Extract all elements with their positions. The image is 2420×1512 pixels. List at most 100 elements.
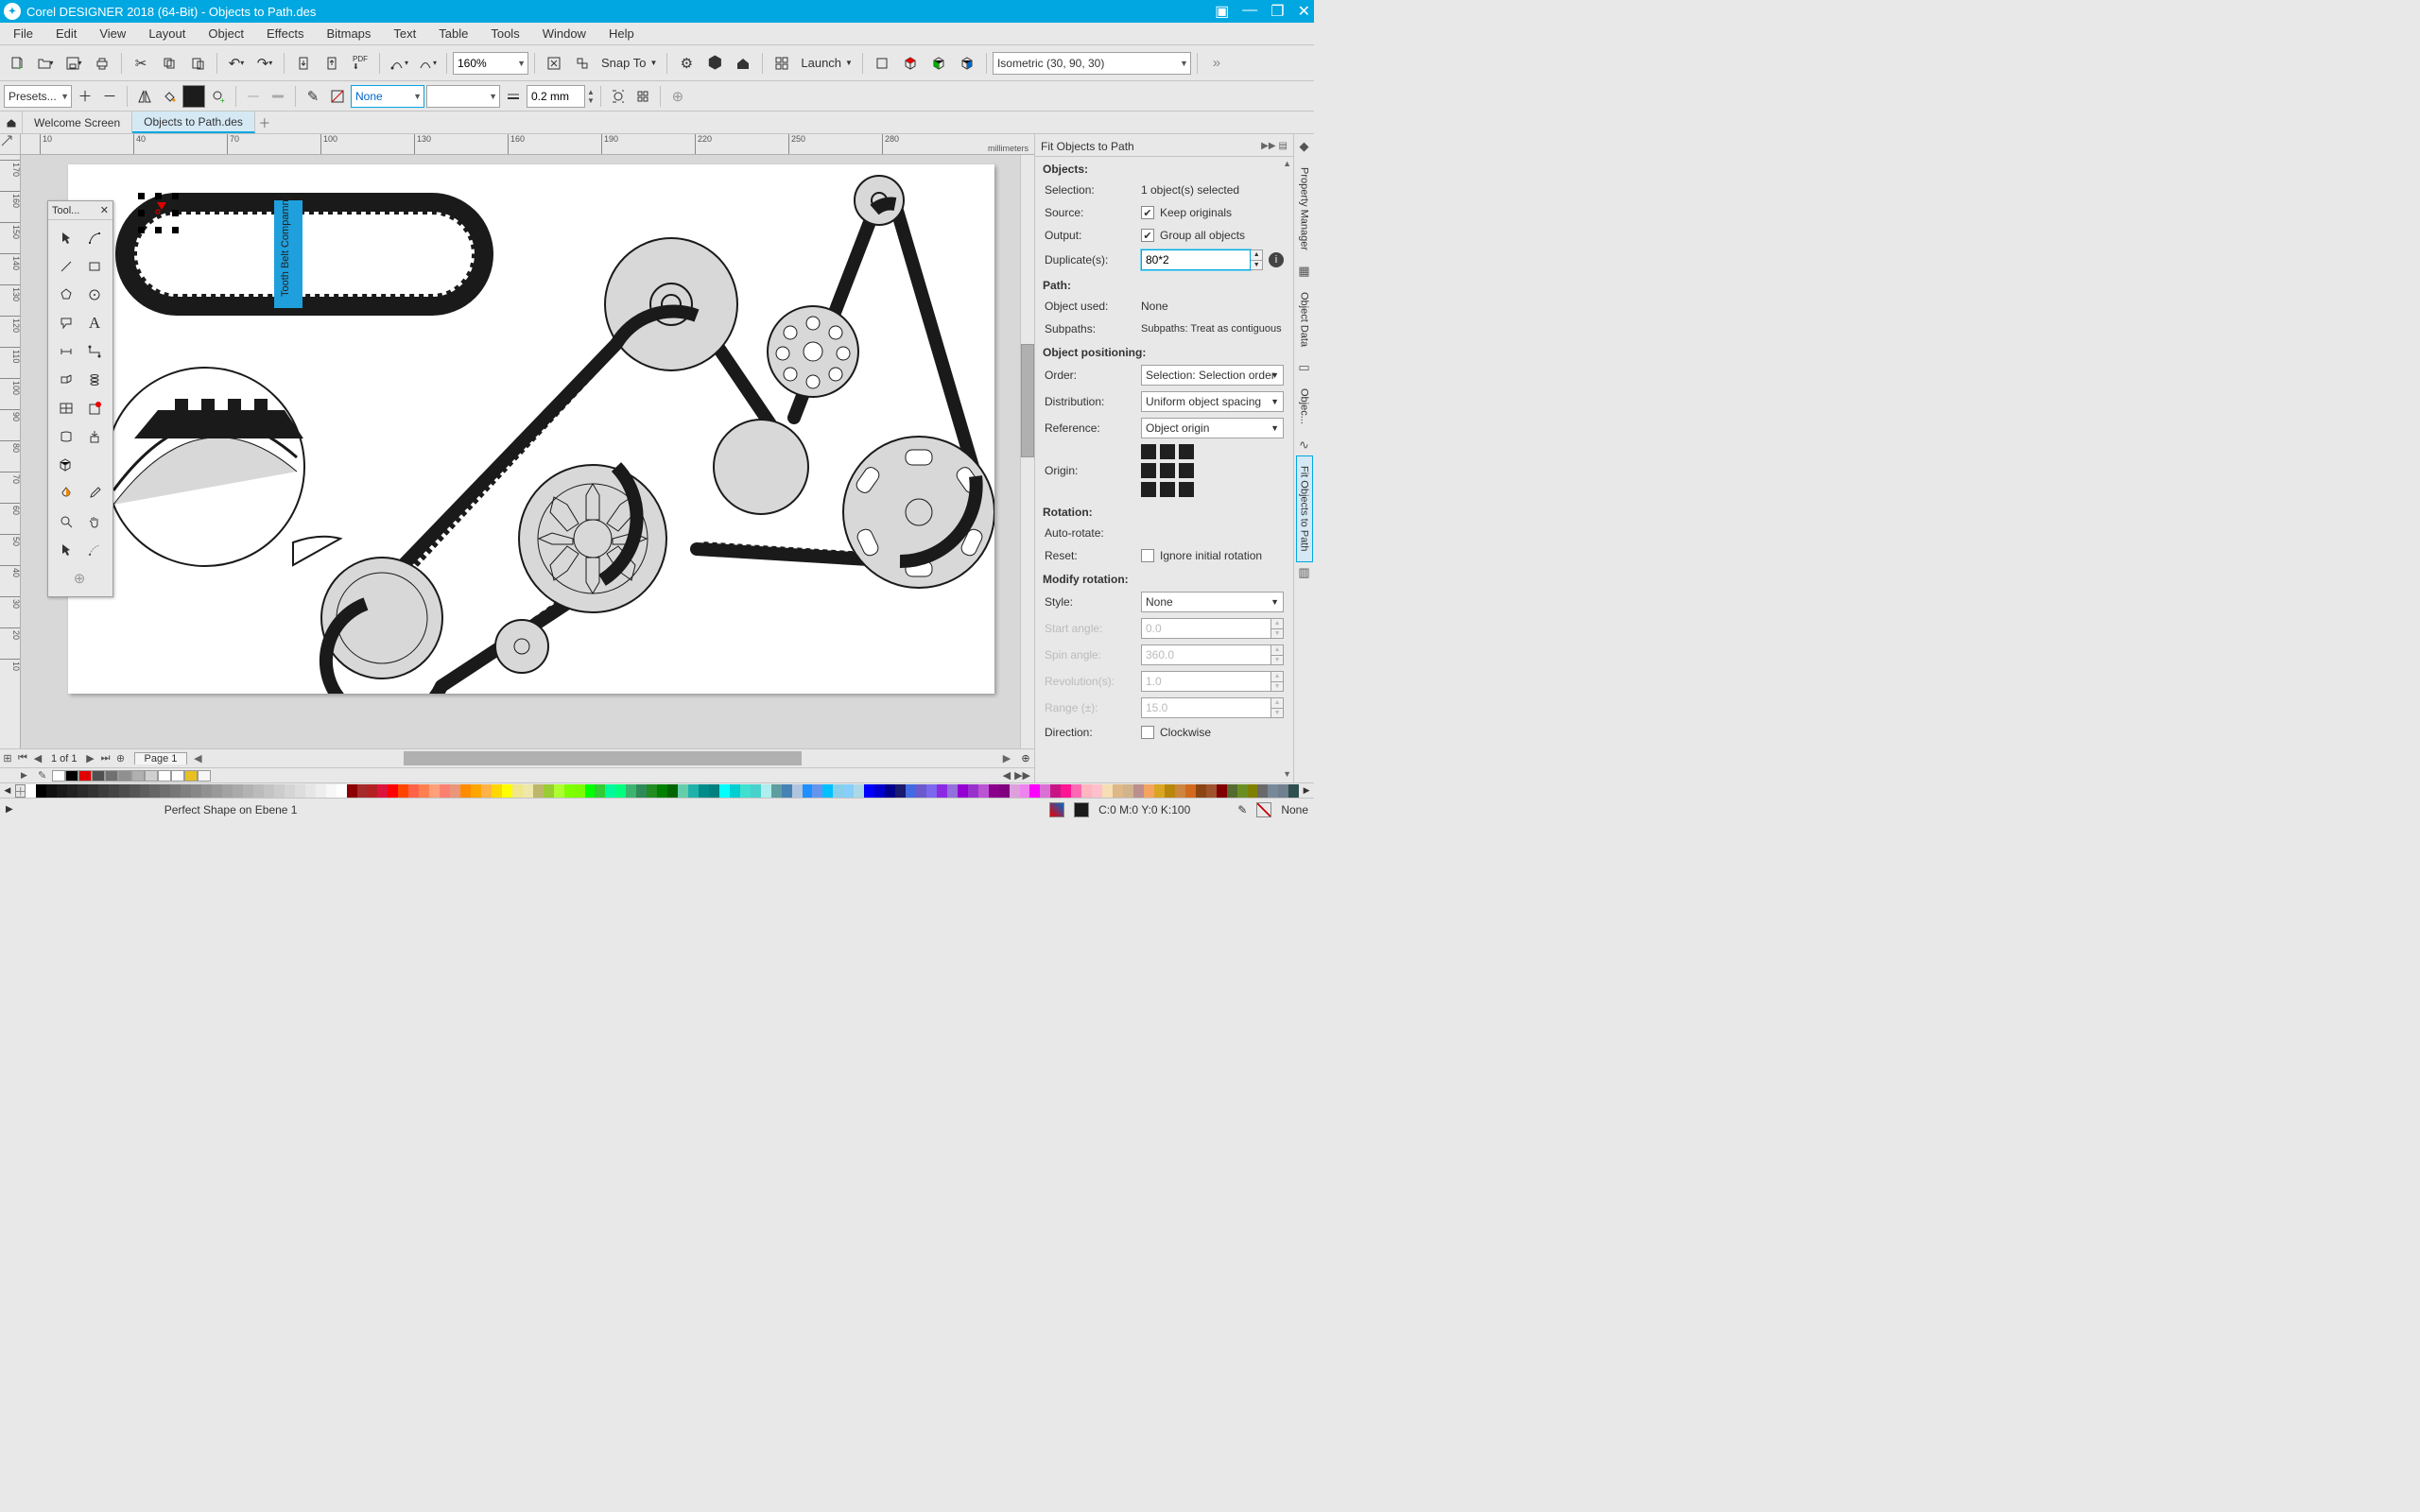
mirror-h-icon[interactable]: [133, 85, 156, 108]
snap-to-dropdown[interactable]: Snap To ▼: [597, 56, 661, 70]
minimize-button[interactable]: —: [1242, 2, 1257, 21]
app-launcher-icon[interactable]: [769, 50, 795, 77]
status-fill-swatch[interactable]: [1074, 802, 1089, 817]
callout-tool-icon[interactable]: [52, 309, 80, 337]
object-manager-icon[interactable]: ▭: [1296, 359, 1313, 376]
object-properties-icon[interactable]: [631, 85, 654, 108]
group-all-checkbox[interactable]: [1141, 229, 1154, 242]
home-icon[interactable]: [730, 50, 756, 77]
copy-icon[interactable]: [156, 50, 182, 77]
property-manager-icon[interactable]: ◆: [1296, 138, 1313, 155]
line-tool-icon[interactable]: [52, 252, 80, 281]
launch-dropdown[interactable]: Launch ▼: [797, 56, 856, 70]
outline-width-input[interactable]: [527, 85, 585, 108]
zoom-combo[interactable]: ▼: [453, 52, 528, 75]
hscroll-right-icon[interactable]: ▶: [1000, 752, 1013, 765]
hint-pen-icon[interactable]: ✎: [38, 769, 46, 782]
tab-welcome[interactable]: Welcome Screen: [23, 112, 132, 133]
close-button[interactable]: ✕: [1298, 2, 1310, 21]
redo-icon[interactable]: ↷▾: [251, 50, 278, 77]
menu-window[interactable]: Window: [531, 26, 597, 41]
scrollbar-vertical[interactable]: [1020, 155, 1034, 748]
table-tool-icon[interactable]: [52, 394, 80, 422]
cube-top-icon[interactable]: [897, 50, 924, 77]
fullscreen-icon[interactable]: [541, 50, 567, 77]
menu-view[interactable]: View: [88, 26, 137, 41]
clockwise-checkbox[interactable]: [1141, 726, 1154, 739]
ellipse-tool-icon[interactable]: [80, 281, 109, 309]
docker-up-icon[interactable]: ▲: [1283, 159, 1291, 168]
order-select[interactable]: Selection: Selection order▼: [1141, 365, 1284, 386]
user-icon[interactable]: ▣: [1215, 2, 1229, 21]
preset-remove-icon[interactable]: －: [98, 85, 121, 108]
page-last-icon[interactable]: ⏭: [98, 752, 113, 765]
color-palette[interactable]: ◀ ▶: [0, 782, 1314, 798]
options-gear-icon[interactable]: ⚙: [673, 50, 700, 77]
rectangle-tool-icon[interactable]: [80, 252, 109, 281]
docker-collapse-icon[interactable]: ▶▶: [1261, 141, 1275, 151]
pen-outline-icon[interactable]: ✎: [302, 85, 324, 108]
save-icon[interactable]: ▾: [60, 50, 87, 77]
ruler-vertical[interactable]: 1701601501401301201101009080706050403020…: [0, 155, 21, 748]
distribution-select[interactable]: Uniform object spacing▼: [1141, 391, 1284, 412]
palette-no-color[interactable]: [15, 784, 26, 798]
dup-down-icon[interactable]: ▼: [1251, 261, 1262, 270]
projected-tool-icon[interactable]: [52, 366, 80, 394]
cube-side-icon[interactable]: [954, 50, 980, 77]
ignore-initial-checkbox[interactable]: [1141, 549, 1154, 562]
page-prev-icon[interactable]: ◀: [30, 752, 45, 765]
polygon-tool-icon[interactable]: [52, 281, 80, 309]
projection-combo[interactable]: Isometric (30, 90, 30) ▼: [993, 52, 1191, 75]
docker-tab-object-data[interactable]: Object Data: [1296, 282, 1313, 357]
keep-originals-checkbox[interactable]: [1141, 206, 1154, 219]
toolbox-close-icon[interactable]: ✕: [100, 204, 109, 216]
hscroll-left-icon[interactable]: ◀: [191, 752, 204, 765]
smart-drawing-tool-icon[interactable]: [80, 536, 109, 564]
duplicates-input[interactable]: [1141, 249, 1251, 270]
fit-to-path-icon[interactable]: ∿: [1296, 437, 1313, 454]
menu-file[interactable]: File: [8, 26, 44, 41]
open-icon[interactable]: ▾: [32, 50, 59, 77]
pick-tool-icon[interactable]: [52, 224, 80, 252]
menu-object[interactable]: Object: [197, 26, 255, 41]
doc-palette-left-icon[interactable]: ◀: [1003, 769, 1011, 782]
ruler-horizontal[interactable]: millimeters 104070100130160190220250280: [21, 134, 1034, 155]
origin-grid[interactable]: [1141, 444, 1194, 497]
extrude-tool-icon[interactable]: [80, 422, 109, 451]
width-up-icon[interactable]: ▲: [587, 88, 595, 96]
duplicates-info-icon[interactable]: i: [1269, 252, 1284, 267]
publish-pdf-icon[interactable]: PDF⬇: [347, 50, 373, 77]
docker-down-icon[interactable]: ▼: [1283, 769, 1291, 779]
menu-help[interactable]: Help: [597, 26, 646, 41]
pan-tool-icon[interactable]: [80, 507, 109, 536]
dup-up-icon[interactable]: ▲: [1251, 250, 1262, 261]
export-icon[interactable]: [319, 50, 345, 77]
preset-add-icon[interactable]: ＋: [74, 85, 96, 108]
docker-menu-icon[interactable]: ▤: [1279, 141, 1288, 151]
menu-effects[interactable]: Effects: [255, 26, 316, 41]
corel-welcome-icon[interactable]: ⬢: [701, 50, 728, 77]
palette-left-icon[interactable]: ◀: [0, 785, 15, 796]
status-outline-swatch[interactable]: [1256, 802, 1271, 817]
status-menu-icon[interactable]: ▶: [6, 804, 13, 815]
object-data-icon[interactable]: ▦: [1296, 263, 1313, 280]
docker-tab-property-manager[interactable]: Property Manager: [1296, 157, 1313, 261]
outline-style-combo[interactable]: ▼: [426, 85, 500, 108]
menu-table[interactable]: Table: [427, 26, 479, 41]
menu-layout[interactable]: Layout: [137, 26, 197, 41]
tab-document[interactable]: Objects to Path.des: [132, 112, 255, 133]
presets-combo[interactable]: Presets... ▼: [4, 85, 72, 108]
new-doc-icon[interactable]: +: [4, 50, 30, 77]
pick-alt-tool-icon[interactable]: [52, 536, 80, 564]
snap-options-icon[interactable]: [569, 50, 596, 77]
line-thin-icon[interactable]: [242, 85, 265, 108]
zoom-tool-icon[interactable]: [52, 507, 80, 536]
shape-tool-icon[interactable]: [80, 224, 109, 252]
tab-add-button[interactable]: ＋: [255, 112, 274, 133]
propbar-add-icon[interactable]: ⊕: [666, 85, 689, 108]
canvas[interactable]: Tool... ✕ A: [21, 155, 1020, 748]
fill-color-swatch[interactable]: [182, 85, 205, 108]
menu-bitmaps[interactable]: Bitmaps: [315, 26, 382, 41]
menu-text[interactable]: Text: [382, 26, 427, 41]
docker-more-icon[interactable]: ▥: [1296, 564, 1313, 581]
